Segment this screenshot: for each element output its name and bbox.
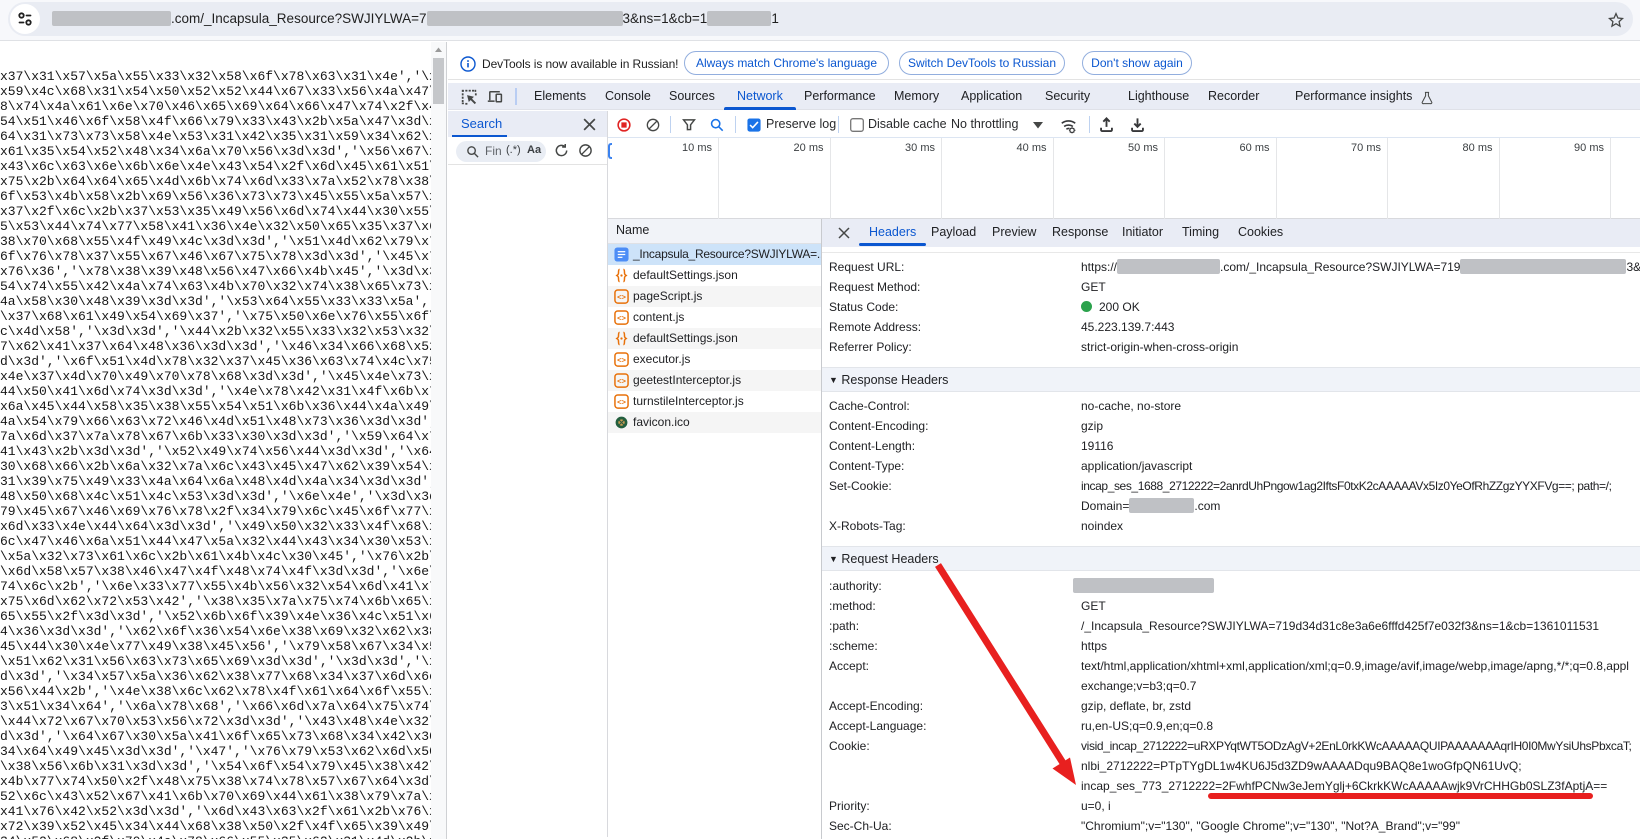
svg-text:<>: <> — [617, 292, 626, 301]
svg-text:<>: <> — [617, 313, 626, 322]
svg-text:<>: <> — [617, 355, 626, 364]
svg-text:<>: <> — [617, 376, 626, 385]
svg-text:<>: <> — [617, 397, 626, 406]
